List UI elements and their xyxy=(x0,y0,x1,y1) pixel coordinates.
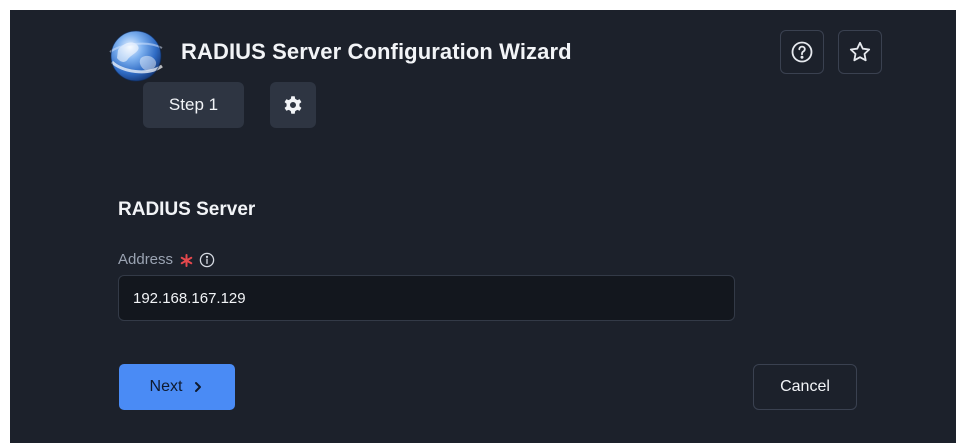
favorite-button[interactable] xyxy=(838,30,882,74)
cancel-button[interactable]: Cancel xyxy=(753,364,857,410)
next-button[interactable]: Next xyxy=(119,364,235,410)
address-label: Address xyxy=(118,249,215,271)
required-asterisk-icon xyxy=(180,253,193,267)
page-title: RADIUS Server Configuration Wizard xyxy=(181,39,572,64)
help-circle-icon xyxy=(790,40,814,64)
help-button[interactable] xyxy=(780,30,824,74)
section-title: RADIUS Server xyxy=(118,199,256,220)
info-circle-icon[interactable] xyxy=(199,252,215,268)
next-button-label: Next xyxy=(149,378,183,395)
wizard-window: RADIUS Server Configuration Wizard Step … xyxy=(10,10,956,443)
globe-icon xyxy=(108,28,164,84)
chevron-right-icon xyxy=(192,381,204,393)
address-label-text: Address xyxy=(118,251,174,268)
address-input[interactable] xyxy=(118,275,735,321)
star-icon xyxy=(848,40,872,64)
gear-icon xyxy=(281,93,305,117)
settings-button[interactable] xyxy=(270,82,316,128)
tab-step-1[interactable]: Step 1 xyxy=(143,82,244,128)
